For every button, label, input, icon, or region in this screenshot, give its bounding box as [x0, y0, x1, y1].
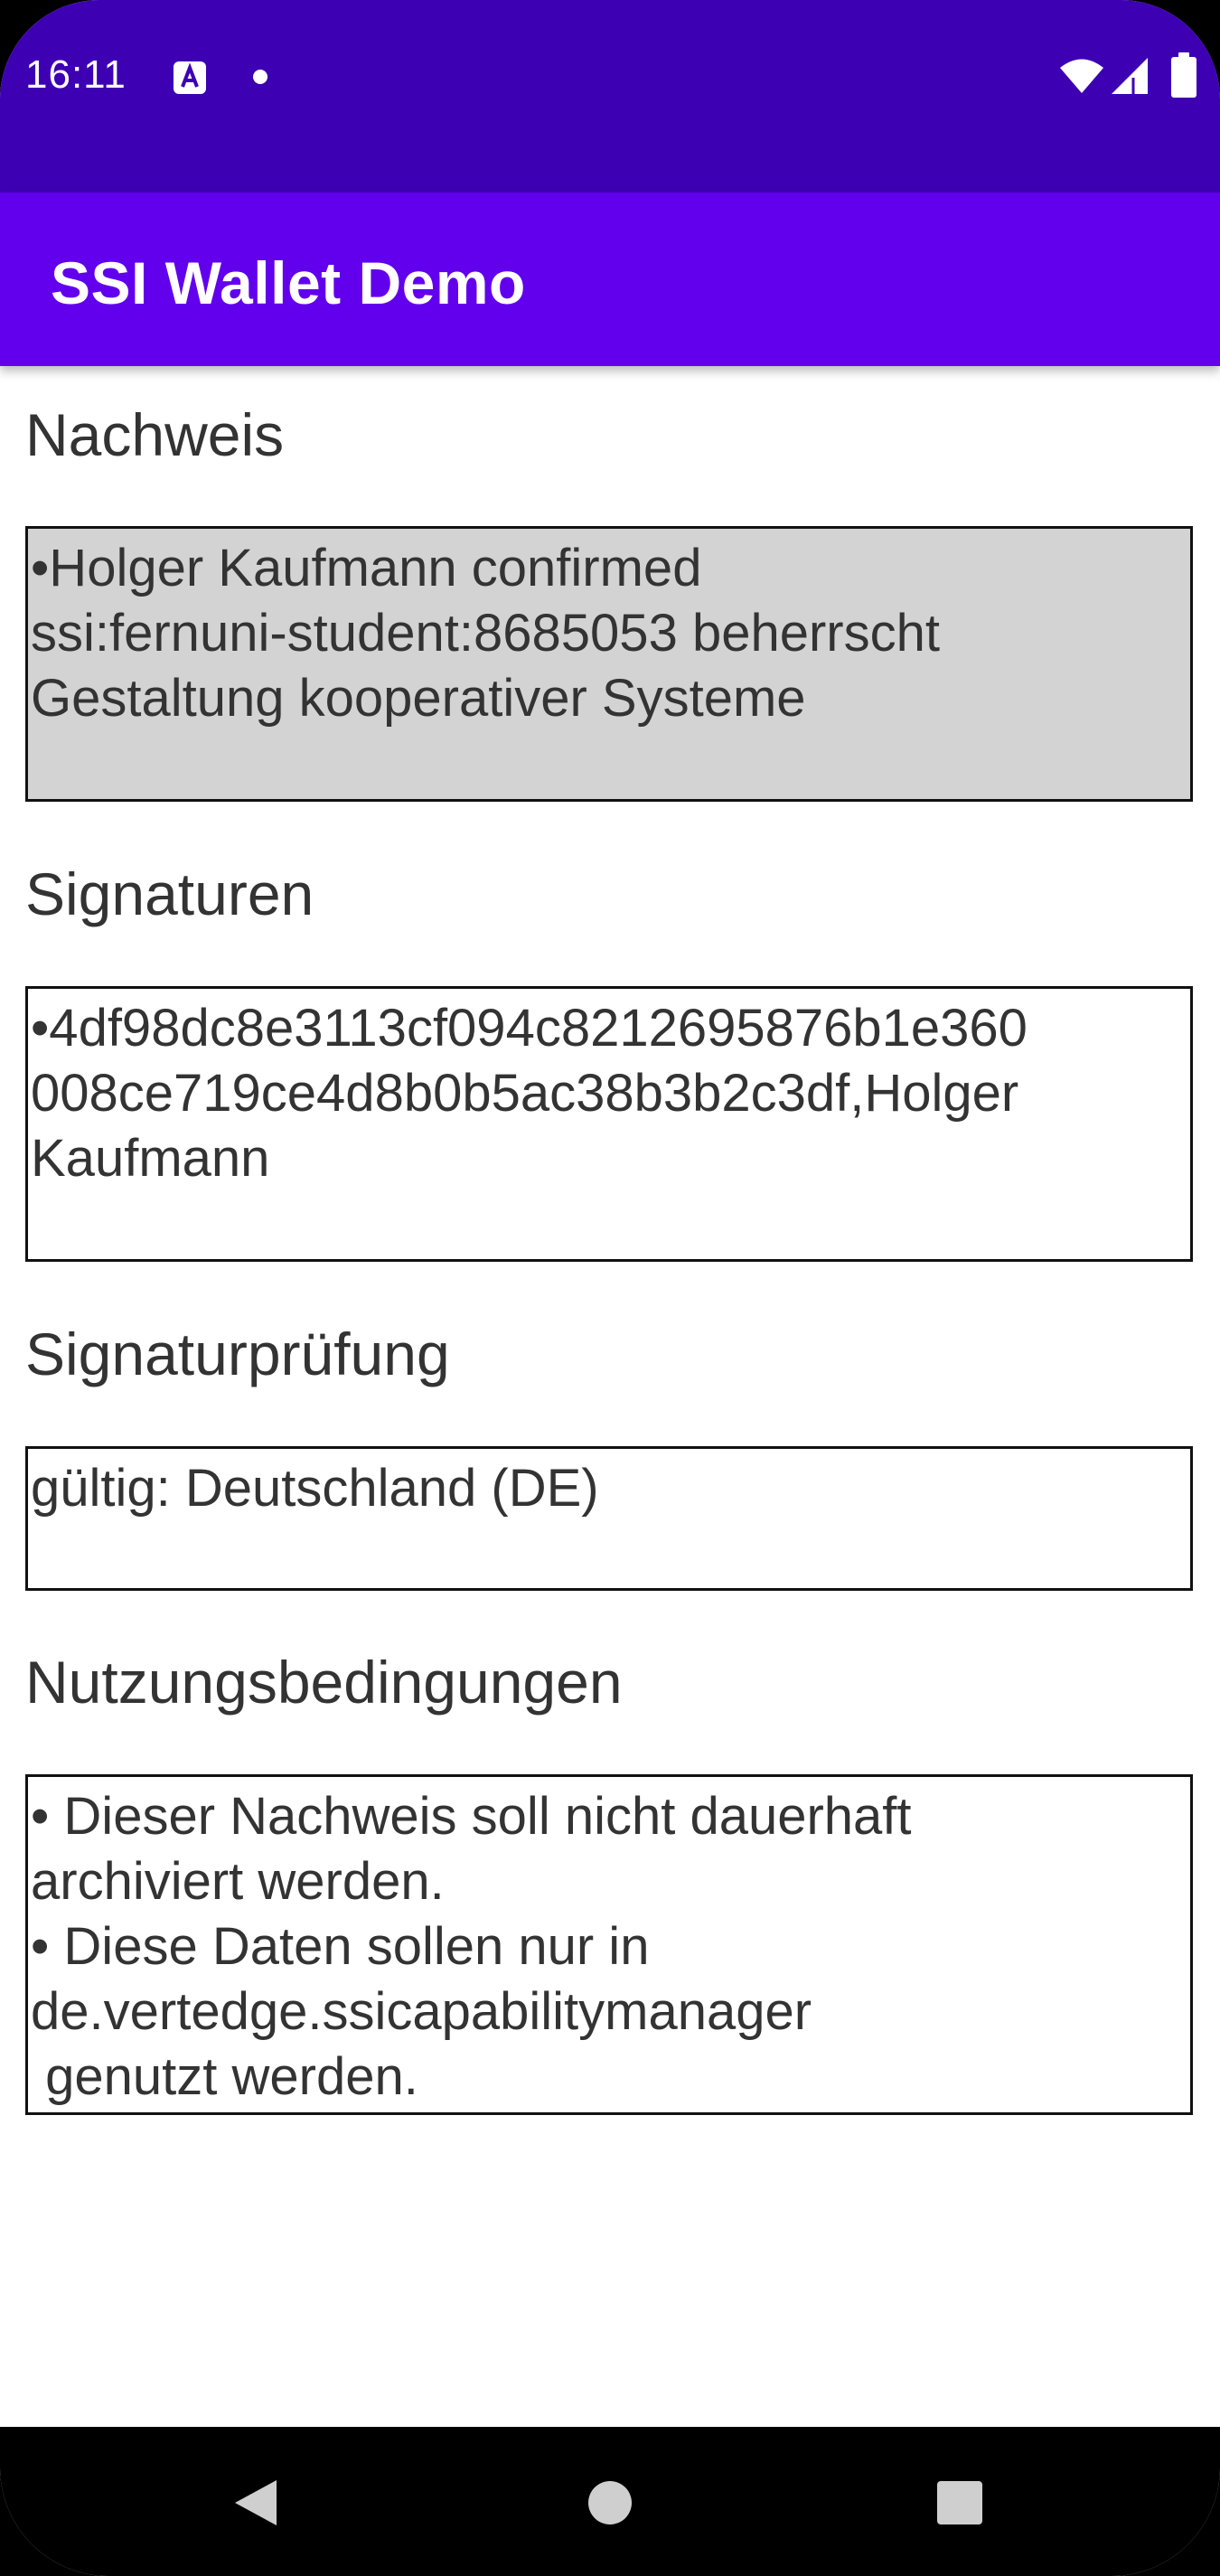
main-content: Nachweis •Holger Kaufmann confirmed ssi:…	[0, 366, 1220, 2427]
signatures-textbox[interactable]: •4df98dc8e3113cf094c8212695876b1e360 008…	[25, 986, 1193, 1262]
cell-signal-icon	[1112, 58, 1148, 94]
notification-dot-icon	[253, 70, 267, 84]
back-icon[interactable]	[233, 2478, 278, 2527]
font-a-icon	[174, 61, 206, 94]
wifi-icon	[1060, 59, 1103, 93]
navigation-bar	[0, 2427, 1220, 2576]
proof-label: Nachweis	[25, 401, 285, 468]
signature-check-textbox[interactable]: gültig: Deutschland (DE)	[25, 1446, 1193, 1591]
signature-check-label: Signaturprüfung	[25, 1321, 450, 1387]
app-title: SSI Wallet Demo	[51, 249, 526, 316]
battery-icon	[1171, 52, 1197, 98]
status-bar: 16:11	[0, 0, 1220, 193]
phone-screen: 16:11 SSI Wallet Demo Nachweis •Holger K…	[0, 0, 1220, 2576]
app-bar: SSI Wallet Demo	[0, 193, 1220, 366]
terms-textbox[interactable]: • Dieser Nachweis soll nicht dauerhaft a…	[25, 1774, 1193, 2115]
recents-icon[interactable]	[937, 2481, 982, 2524]
home-icon[interactable]	[588, 2481, 632, 2524]
status-time: 16:11	[25, 52, 127, 97]
signatures-label: Signaturen	[25, 860, 314, 927]
proof-textbox[interactable]: •Holger Kaufmann confirmed ssi:fernuni-s…	[25, 526, 1193, 802]
terms-label: Nutzungsbedingungen	[25, 1649, 623, 1716]
